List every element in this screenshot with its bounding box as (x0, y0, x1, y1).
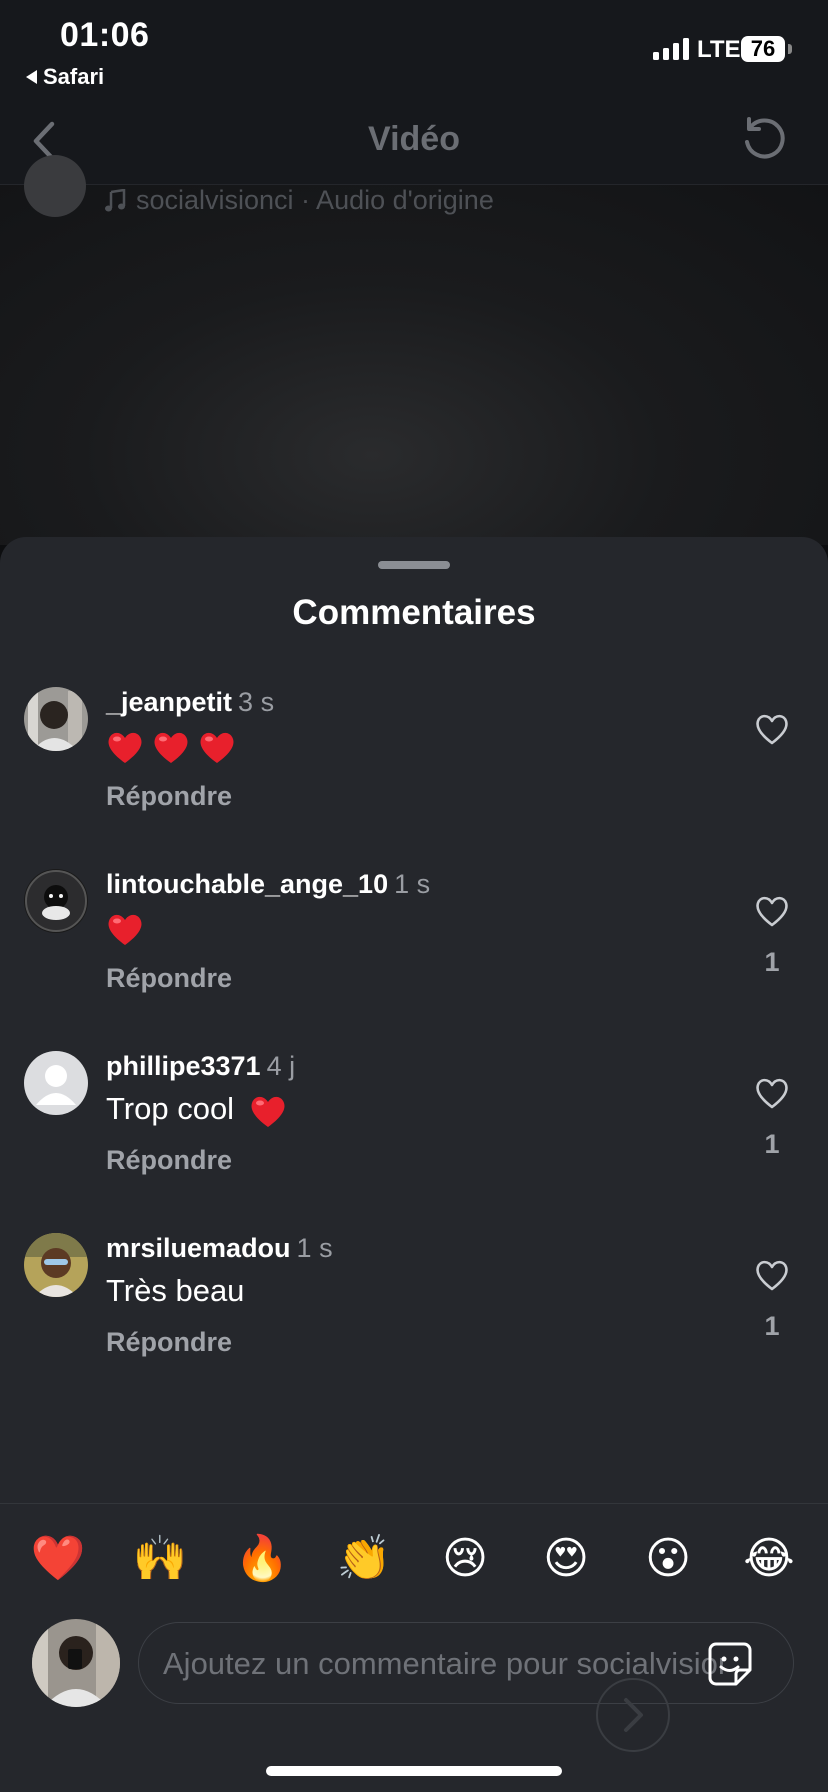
reaction-clap[interactable]: 👏 (336, 1531, 392, 1587)
comment-item: phillipe3371 4 j Trop cool Répondre 1 (0, 1051, 828, 1211)
red-heart-icon (108, 732, 142, 763)
signal-icon (653, 38, 689, 60)
network-label: LTE (697, 36, 741, 63)
status-bar: 01:06 Safari LTE 76 (0, 0, 828, 100)
comment-input[interactable]: Ajoutez un commentaire pour socialvision… (138, 1622, 794, 1704)
red-heart-icon (154, 732, 188, 763)
home-indicator (266, 1766, 562, 1776)
reply-button[interactable]: Répondre (106, 1327, 232, 1358)
like-count: 1 (764, 1311, 780, 1341)
comment-meta: lintouchable_ange_10 1 s (106, 869, 430, 900)
comment-body: Très beau (106, 1273, 245, 1308)
sheet-title: Commentaires (292, 593, 536, 632)
back-app-label: Safari (43, 64, 105, 89)
heart-outline-icon[interactable] (754, 1076, 790, 1110)
comment-time: 1 s (296, 1233, 333, 1263)
comment-text: Trop cool (106, 1091, 295, 1129)
comments-sheet: Commentaires _jeanpetit 3 s Répondre lint… (0, 537, 828, 1792)
reaction-laughing[interactable]: 😂 (741, 1531, 797, 1587)
red-heart-icon (251, 1096, 285, 1127)
comment-username[interactable]: lintouchable_ange_10 (106, 869, 388, 899)
audio-label: socialvisionci · Audio d'origine (136, 185, 494, 215)
send-button[interactable] (596, 1678, 670, 1752)
page-header: Vidéo (0, 100, 828, 185)
comment-username[interactable]: mrsiluemadou (106, 1233, 291, 1263)
quick-reactions: ❤️ 🙌 🔥 👏 😢 😍 😮 😂 (0, 1531, 828, 1591)
red-heart-icon (108, 914, 142, 945)
reaction-heart-eyes[interactable]: 😍 (538, 1531, 594, 1587)
like-count: 1 (764, 1129, 780, 1159)
my-avatar (32, 1619, 120, 1707)
reply-button[interactable]: Répondre (106, 963, 232, 994)
back-triangle-icon (26, 70, 37, 84)
reply-button[interactable]: Répondre (106, 781, 232, 812)
video-player[interactable]: socialvisionci · Audio d'origine (0, 155, 828, 545)
heart-outline-icon[interactable] (754, 894, 790, 928)
comment-body: Trop cool (106, 1091, 235, 1126)
reply-button[interactable]: Répondre (106, 1145, 232, 1176)
reaction-fire[interactable]: 🔥 (234, 1531, 290, 1587)
reaction-heart[interactable]: ❤️ (30, 1531, 86, 1587)
comment-time: 4 j (266, 1051, 296, 1081)
music-note-icon (105, 188, 126, 211)
back-to-safari-link[interactable]: Safari (26, 64, 104, 90)
reaction-surprised[interactable]: 😮 (640, 1531, 696, 1587)
reaction-crying[interactable]: 😢 (437, 1531, 493, 1587)
comment-item: lintouchable_ange_10 1 s Répondre 1 (0, 869, 828, 1029)
page-title: Vidéo (368, 120, 460, 158)
sheet-grabber[interactable] (378, 561, 450, 569)
comment-text (106, 727, 244, 765)
heart-outline-icon[interactable] (754, 712, 790, 746)
comment-username[interactable]: phillipe3371 (106, 1051, 261, 1081)
refresh-icon[interactable] (738, 114, 790, 166)
comment-text: Très beau (106, 1273, 244, 1309)
comment-username[interactable]: _jeanpetit (106, 687, 232, 717)
comment-meta: phillipe3371 4 j (106, 1051, 295, 1082)
author-avatar[interactable] (24, 155, 86, 217)
comment-input-placeholder: Ajoutez un commentaire pour socialvision… (163, 1646, 723, 1681)
sticker-icon[interactable] (706, 1640, 754, 1688)
like-count: 1 (764, 947, 780, 977)
avatar[interactable] (24, 869, 88, 933)
comment-item: mrsiluemadou 1 s Très beau Répondre 1 (0, 1233, 828, 1393)
heart-outline-icon[interactable] (754, 1258, 790, 1292)
reaction-raised-hands[interactable]: 🙌 (132, 1531, 188, 1587)
audio-attribution[interactable]: socialvisionci · Audio d'origine (104, 185, 494, 216)
status-time: 01:06 (60, 16, 150, 54)
comment-time: 3 s (238, 687, 275, 717)
composer-divider (0, 1503, 828, 1504)
comment-meta: _jeanpetit 3 s (106, 687, 274, 718)
avatar[interactable] (24, 1233, 88, 1297)
comment-text (106, 909, 152, 947)
battery-icon: 76 (741, 36, 785, 62)
comment-item: _jeanpetit 3 s Répondre (0, 687, 828, 847)
comment-meta: mrsiluemadou 1 s (106, 1233, 333, 1264)
chevron-right-icon (624, 1698, 643, 1732)
avatar[interactable] (24, 1051, 88, 1115)
battery-nub (788, 44, 792, 54)
comment-time: 1 s (394, 869, 431, 899)
avatar[interactable] (24, 687, 88, 751)
red-heart-icon (200, 732, 234, 763)
